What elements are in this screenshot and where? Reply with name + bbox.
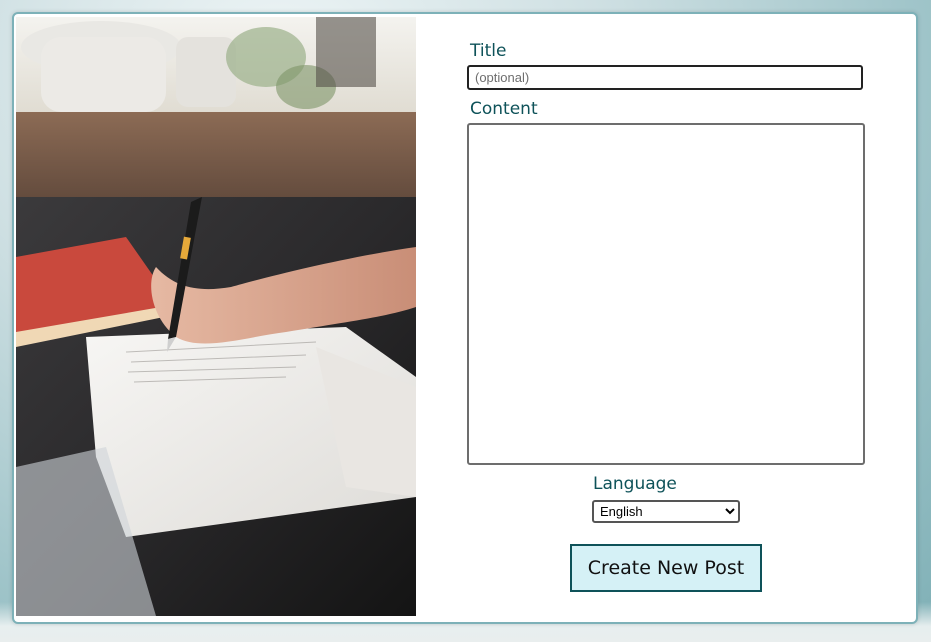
create-post-button[interactable]: Create New Post xyxy=(570,544,762,592)
title-input[interactable] xyxy=(467,65,863,90)
language-select[interactable]: English xyxy=(592,500,740,523)
writing-photo xyxy=(16,17,416,616)
post-form: Title Content Language English Create Ne… xyxy=(466,14,868,622)
title-label: Title xyxy=(470,41,507,61)
content-textarea[interactable] xyxy=(467,123,865,465)
language-label: Language xyxy=(593,474,677,494)
content-label: Content xyxy=(470,99,538,119)
new-post-card: Title Content Language English Create Ne… xyxy=(12,12,918,624)
